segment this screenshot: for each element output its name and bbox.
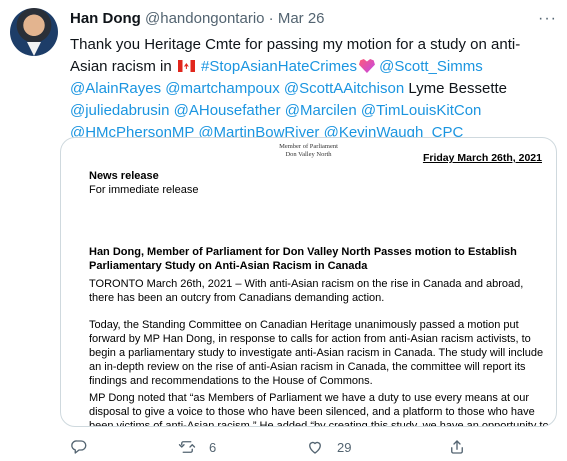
mention-link[interactable]: @martchampoux [165, 80, 279, 97]
release-paragraph: TORONTO March 26th, 2021 – With anti-Asi… [89, 278, 524, 304]
purple-heart-icon [358, 59, 375, 73]
like-count: 29 [337, 439, 352, 455]
share-icon [451, 440, 463, 454]
tweet-header: Han Dong @handongontario · Mar 26 ··· [70, 9, 557, 29]
reply-button[interactable] [70, 437, 88, 457]
mention-link[interactable]: @juliedabrusin [70, 102, 169, 119]
retweet-count: 6 [209, 439, 217, 455]
canada-flag-icon [177, 60, 195, 72]
attached-image[interactable]: Member of Parliament Don Valley North Fr… [60, 137, 557, 427]
author-name[interactable]: Han Dong [70, 10, 141, 27]
press-release-document: Member of Parliament Don Valley North Fr… [61, 138, 556, 426]
like-button[interactable]: 29 [306, 437, 351, 457]
tweet-text: Thank you Heritage Cmte for passing my m… [70, 34, 555, 144]
share-button[interactable] [448, 437, 466, 457]
tweet-actions: 6 29 [70, 437, 550, 457]
plain-name-text: Lyme Bessette [408, 80, 508, 97]
release-title: News release [89, 170, 159, 182]
mention-link[interactable]: @ScottAAitchison [284, 80, 404, 97]
release-paragraph: MP Dong noted that “as Members of Parlia… [89, 392, 549, 427]
release-paragraph: Today, the Standing Committee on Canadia… [89, 319, 544, 387]
mention-link[interactable]: @AlainRayes [70, 80, 161, 97]
retweet-icon [178, 441, 196, 453]
release-subtitle: For immediate release [89, 184, 199, 196]
mention-link[interactable]: @Marcilen [285, 102, 357, 119]
author-handle[interactable]: @handongontario [145, 10, 265, 27]
tweet-date[interactable]: Mar 26 [278, 10, 325, 27]
mention-link[interactable]: @TimLouisKitCon [361, 102, 482, 119]
reply-icon [71, 440, 87, 454]
author-avatar[interactable] [10, 8, 58, 56]
separator-dot: · [268, 10, 274, 27]
letterhead-line-1: Member of Parliament [279, 143, 338, 150]
hashtag-link[interactable]: #StopAsianHateCrimes [201, 58, 357, 75]
document-date: Friday March 26th, 2021 [422, 152, 542, 164]
avatar-shirt [27, 42, 41, 56]
heart-icon [309, 441, 321, 454]
release-headline: Han Dong, Member of Parliament for Don V… [89, 246, 517, 272]
retweet-button[interactable]: 6 [178, 437, 216, 457]
mention-link[interactable]: @AHousefather [174, 102, 281, 119]
mention-link[interactable]: @Scott_Simms [379, 58, 483, 75]
more-options-icon[interactable]: ··· [538, 9, 557, 29]
